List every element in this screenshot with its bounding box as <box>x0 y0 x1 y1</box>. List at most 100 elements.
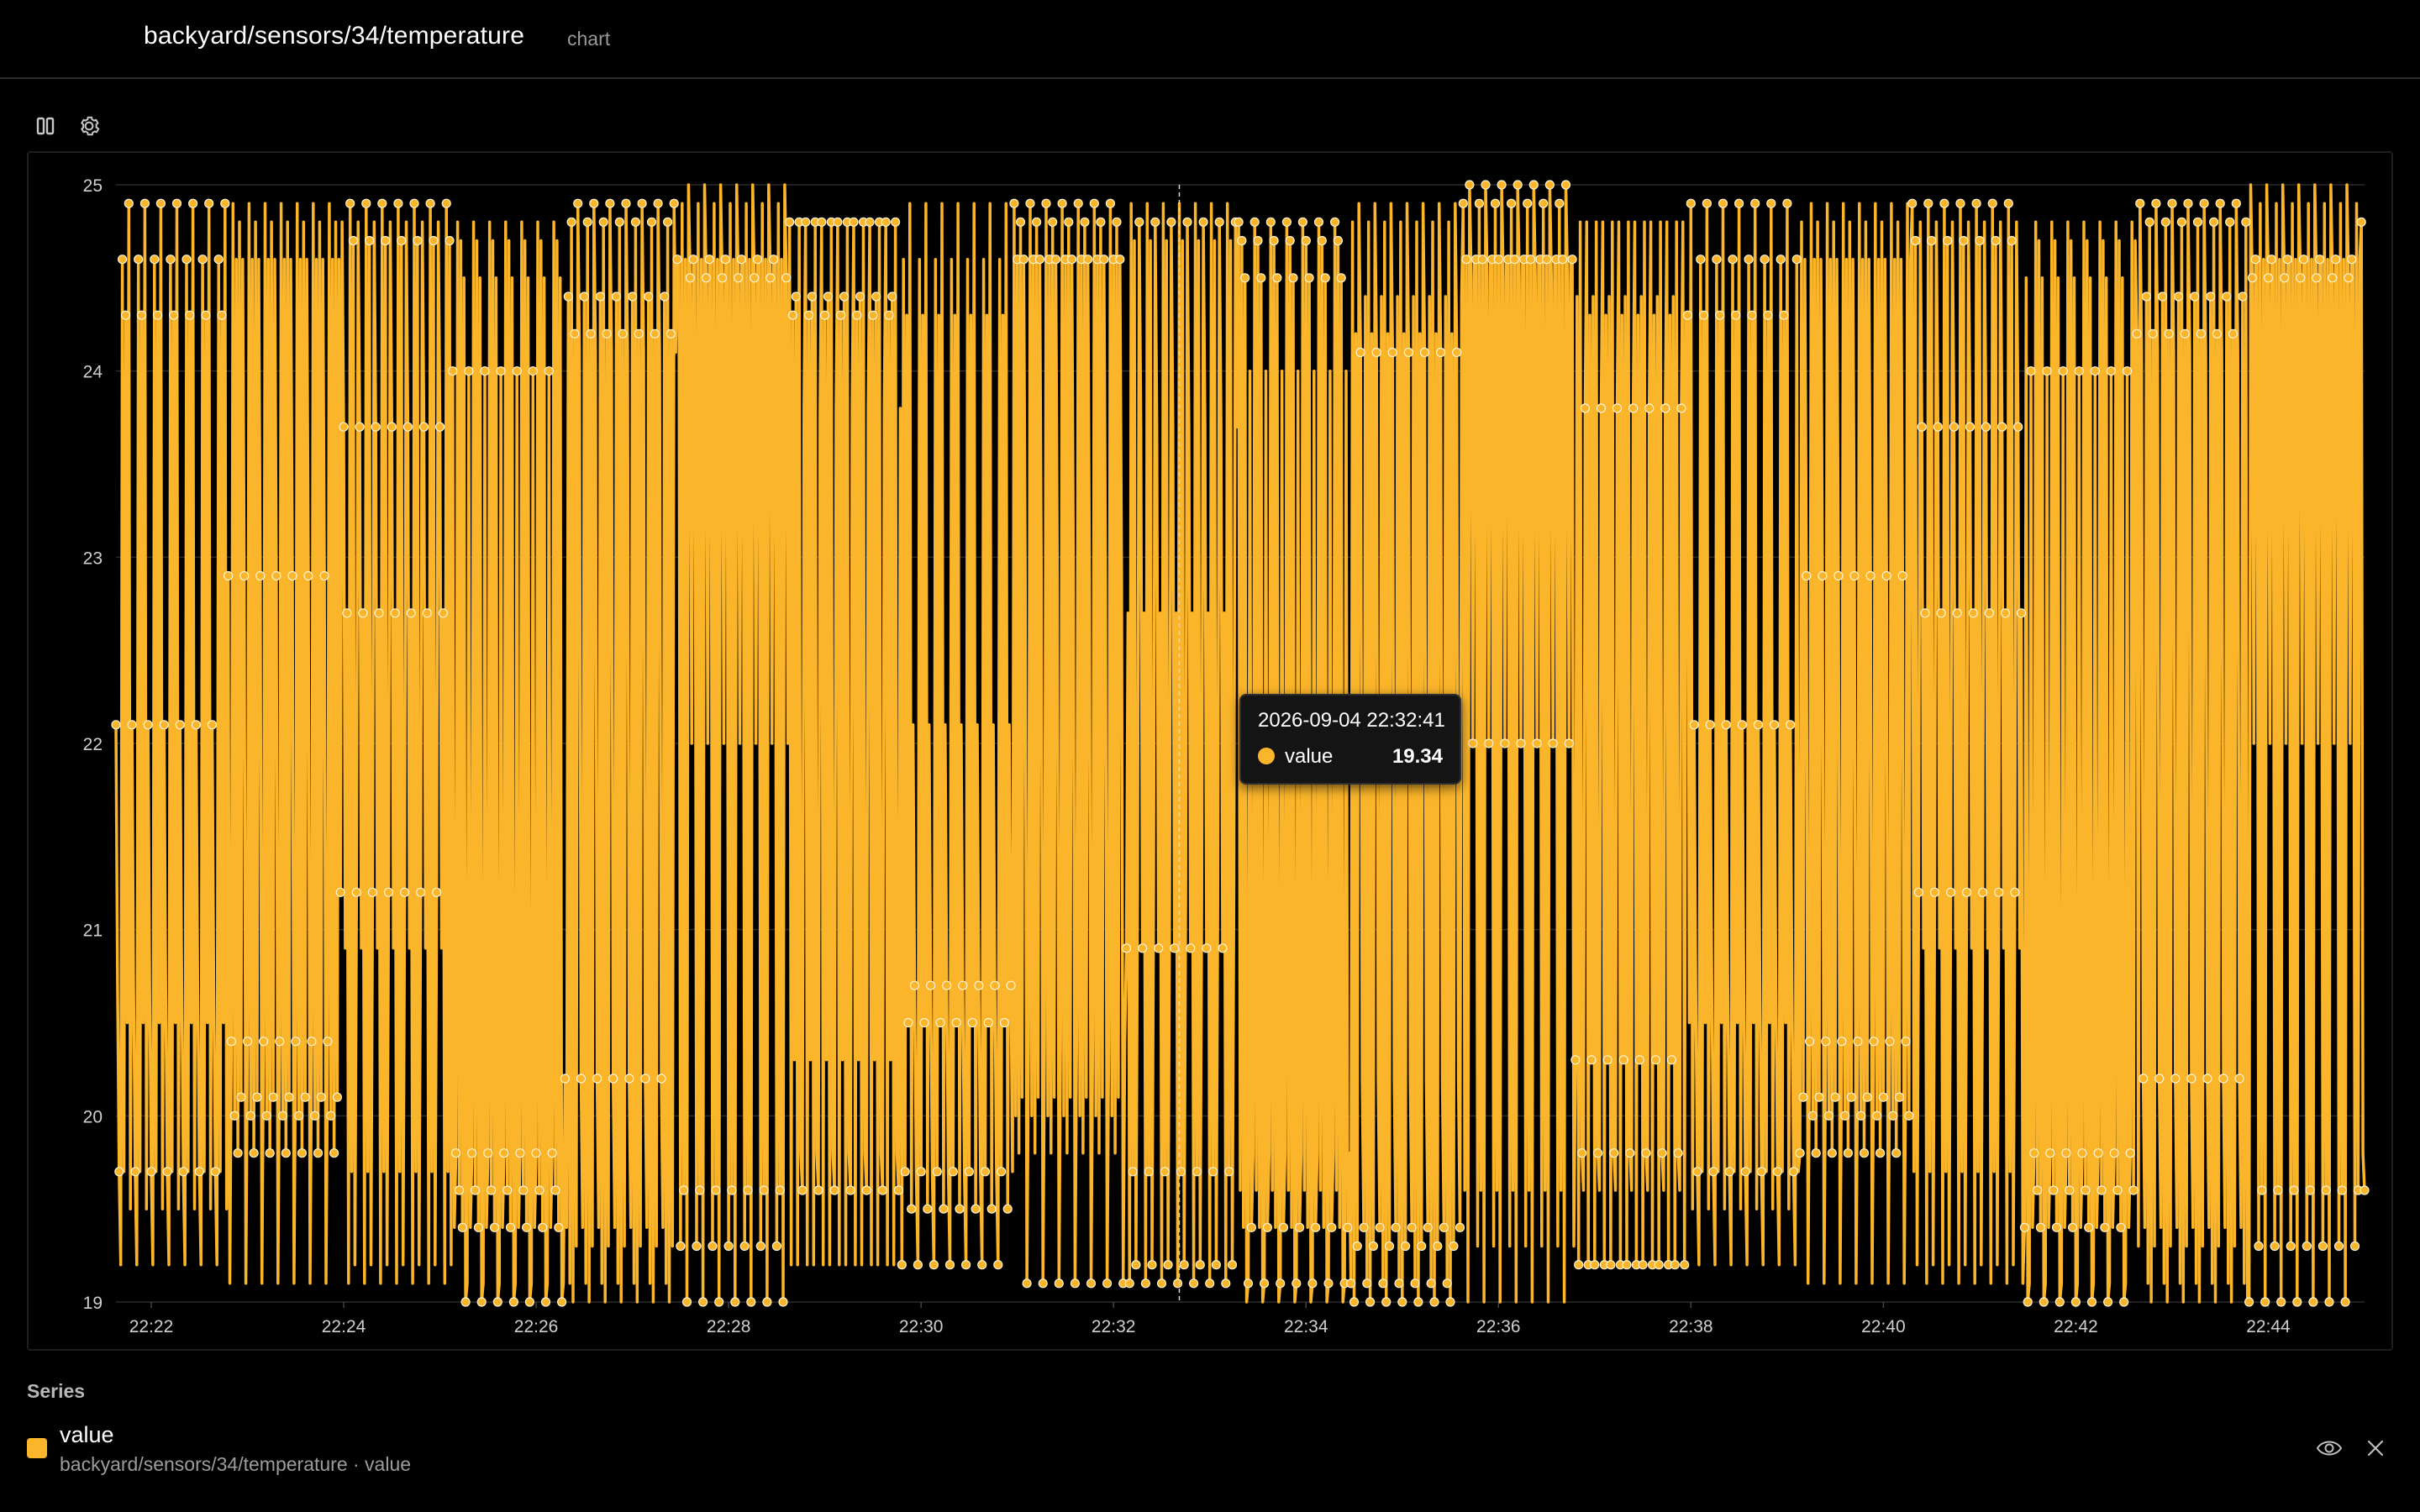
data-point <box>942 980 952 990</box>
data-point <box>877 1185 888 1195</box>
data-point <box>1311 1222 1321 1232</box>
data-point <box>929 1260 939 1270</box>
data-point <box>1278 1222 1289 1232</box>
data-point <box>1391 1222 1401 1232</box>
data-point <box>1795 1148 1805 1158</box>
data-point <box>2305 1185 2315 1195</box>
data-point <box>1031 217 1042 227</box>
data-point <box>595 291 606 302</box>
remove-series-button[interactable] <box>2361 1434 2390 1462</box>
data-point <box>1987 198 1997 208</box>
data-point <box>2170 1074 2181 1084</box>
data-point <box>1705 720 1715 730</box>
data-point <box>797 1185 808 1195</box>
data-point <box>750 273 760 283</box>
data-point <box>162 1167 172 1177</box>
data-point <box>1670 1260 1680 1270</box>
data-point <box>765 273 776 283</box>
data-point <box>467 1148 477 1158</box>
data-point <box>1657 1148 1667 1158</box>
data-point <box>155 198 166 208</box>
data-point <box>2292 1297 2302 1307</box>
tooltip-series-dot <box>1258 748 1275 764</box>
data-point <box>313 1148 324 1158</box>
data-point <box>1073 198 1083 208</box>
data-point <box>692 1241 702 1252</box>
data-point <box>2035 1222 2045 1232</box>
data-point <box>907 1204 917 1214</box>
data-point <box>406 608 416 618</box>
data-point <box>2100 1222 2110 1232</box>
data-point <box>743 1185 753 1195</box>
data-point <box>697 1297 708 1307</box>
data-point <box>2328 273 2338 283</box>
data-point <box>1923 198 1933 208</box>
data-point <box>1439 1222 1449 1232</box>
data-point <box>1997 422 2007 432</box>
data-point <box>2202 1074 2212 1084</box>
line-chart[interactable]: 19 20 21 22 23 24 25 22:22 22:24 22:26 22:28 22:30… <box>29 153 2391 1349</box>
data-point <box>2244 1297 2254 1307</box>
data-point <box>2109 1148 2119 1158</box>
data-point <box>226 1037 236 1047</box>
data-point <box>2045 1148 2055 1158</box>
data-point <box>1904 1110 1914 1121</box>
data-point <box>2192 217 2203 227</box>
data-point <box>849 217 859 227</box>
legend-heading: Series <box>27 1380 86 1402</box>
data-point <box>833 217 843 227</box>
data-point <box>2139 1074 2149 1084</box>
chart-panel[interactable]: 19 20 21 22 23 24 25 22:22 22:24 22:26 22:28 22:30… <box>27 151 2393 1351</box>
data-point <box>2058 366 2068 376</box>
data-point <box>923 1204 933 1214</box>
data-point <box>602 328 612 339</box>
data-point <box>1574 1260 1584 1270</box>
settings-button[interactable] <box>74 111 104 141</box>
eye-icon <box>2316 1441 2343 1456</box>
data-point <box>2321 1185 2331 1195</box>
data-point <box>1375 1222 1385 1232</box>
data-point <box>146 1167 156 1177</box>
data-point <box>1500 738 1510 748</box>
data-point <box>1207 1167 1218 1177</box>
data-point <box>1933 422 1943 432</box>
data-point <box>1041 198 1051 208</box>
x-tick-label: 22:34 <box>1284 1317 1328 1336</box>
data-point <box>605 198 615 208</box>
data-point <box>1150 217 1160 227</box>
data-point <box>977 1260 987 1270</box>
toggle-visibility-button[interactable] <box>2312 1434 2346 1462</box>
data-point <box>916 1167 926 1177</box>
data-point <box>1718 198 1728 208</box>
data-point <box>171 198 182 208</box>
legend-series-path: backyard/sensors/34/temperature · value <box>60 1453 412 1475</box>
data-point <box>1160 1167 1170 1177</box>
data-point <box>1490 198 1501 208</box>
data-point <box>457 1222 467 1232</box>
legend-item-value[interactable]: value backyard/sensors/34/temperature · … <box>27 1415 2393 1483</box>
data-point <box>1798 1092 1808 1102</box>
x-tick-label: 22:26 <box>514 1317 559 1336</box>
data-point <box>345 198 355 208</box>
data-point <box>967 1017 977 1028</box>
data-point <box>2344 273 2354 283</box>
data-point <box>1913 887 1923 897</box>
data-point <box>1920 608 1930 618</box>
data-point <box>1015 217 1026 227</box>
pause-button[interactable] <box>30 111 60 141</box>
data-point <box>201 310 211 320</box>
data-point <box>524 1297 535 1307</box>
data-point <box>425 198 435 208</box>
series-color-swatch[interactable] <box>27 1438 47 1458</box>
data-point <box>1901 1037 1911 1047</box>
data-point <box>1606 1260 1616 1270</box>
data-point <box>1849 570 1860 581</box>
y-tick-label: 19 <box>83 1294 103 1313</box>
data-point <box>1715 310 1725 320</box>
data-point <box>999 1017 1010 1028</box>
data-point <box>960 1260 971 1270</box>
data-point <box>1355 347 1365 358</box>
data-point <box>2039 1297 2049 1307</box>
data-point <box>1981 422 1991 432</box>
data-point <box>919 1017 929 1028</box>
